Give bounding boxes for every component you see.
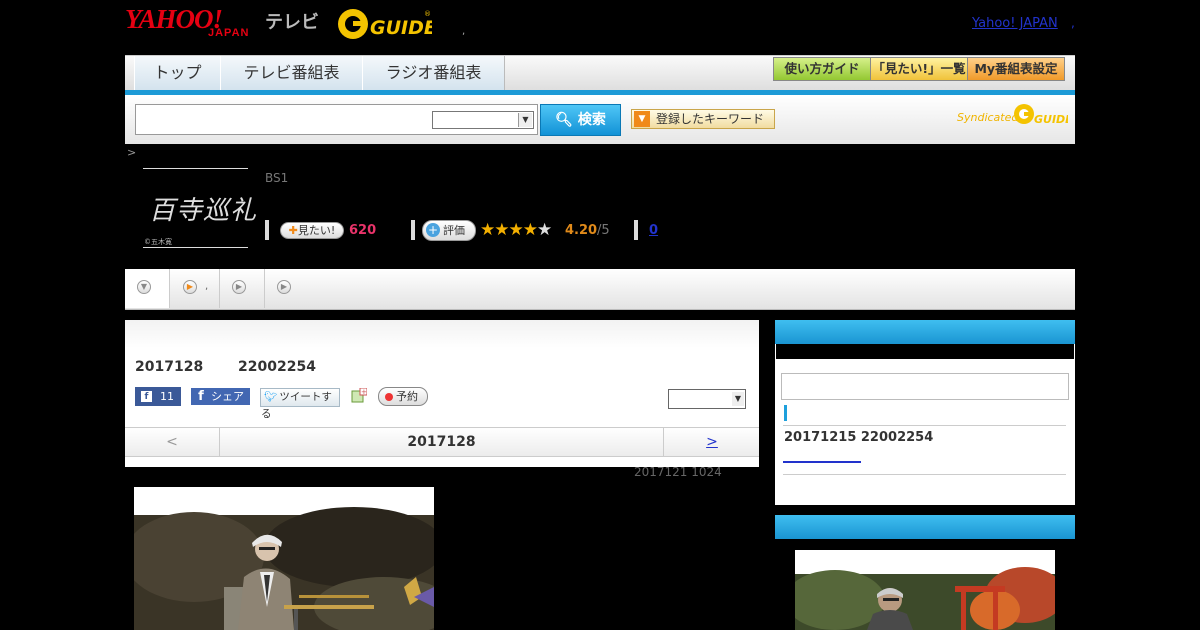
- play-icon: ▶: [232, 280, 246, 294]
- reserve-label: 予約: [396, 390, 418, 403]
- sub-tab-3[interactable]: ▶: [220, 269, 265, 308]
- global-nav: トップ テレビ番組表 ラジオ番組表 使い方ガイド 「見たい!」一覧 My番組表設…: [125, 55, 1075, 93]
- svg-text:GUIDE: GUIDE: [370, 17, 432, 39]
- facebook-icon: f: [141, 391, 152, 402]
- date-navigation: < 2017128 >: [125, 427, 759, 457]
- tv-logo-text[interactable]: テレビ: [265, 8, 319, 34]
- search-button-label: 検索: [577, 112, 606, 128]
- facebook-share-button[interactable]: f シェア: [191, 388, 250, 405]
- facebook-like-button[interactable]: f 11: [135, 387, 181, 406]
- sub-tab-active[interactable]: ▼: [125, 269, 170, 308]
- svg-text:®: ®: [424, 10, 431, 18]
- air-date: 2017128: [135, 359, 204, 375]
- channel-name: BS1: [265, 171, 289, 185]
- registered-keyword-button[interactable]: ▼ 登録したキーワード: [631, 109, 775, 129]
- share-label: シェア: [211, 390, 244, 403]
- divider: [634, 220, 638, 240]
- divider: [783, 425, 1066, 426]
- side-panel-subheader: [776, 344, 1074, 359]
- plus-circle-icon: +: [426, 223, 440, 237]
- gguide-small-logo: GUIDE: [1012, 102, 1073, 126]
- current-date: 2017128: [407, 434, 476, 450]
- related-program-photo[interactable]: [795, 550, 1055, 630]
- keyword-button-label: 登録したキーワード: [656, 112, 765, 126]
- side-panel-link[interactable]: [783, 461, 861, 463]
- breadcrumb[interactable]: >: [127, 146, 136, 159]
- next-air-datetime: 20171215 22002254: [784, 430, 934, 445]
- svg-text:+: +: [361, 388, 367, 396]
- header-separator: ,: [462, 26, 466, 37]
- want-to-watch-button[interactable]: ✚見たい!: [280, 222, 344, 239]
- facebook-icon: f: [198, 389, 204, 404]
- air-time: 22002254: [238, 359, 316, 375]
- comment-count-link[interactable]: 0: [649, 223, 658, 238]
- program-photo: [134, 487, 434, 630]
- yahoo-logo-japan: JAPAN: [208, 27, 250, 39]
- want-count: 620: [349, 223, 377, 238]
- chevron-down-icon: ▼: [732, 392, 744, 406]
- plus-icon: ✚: [288, 224, 298, 237]
- rating-max: /5: [597, 223, 610, 238]
- program-sub-tabs: ▼ ▶ , ▶ ▶: [125, 269, 1075, 310]
- usage-guide-button[interactable]: 使い方ガイド: [773, 57, 871, 81]
- record-dot-icon: [385, 393, 393, 401]
- star-empty-icon: ★: [537, 220, 552, 240]
- rate-button-label: 評価: [443, 224, 465, 237]
- side-panel-header: [775, 515, 1075, 539]
- star-icon: ★: [522, 220, 538, 240]
- want-button-label: 見たい!: [297, 224, 336, 237]
- play-icon: ▶: [277, 280, 291, 294]
- sub-tab-2[interactable]: ▶ ,: [170, 269, 220, 308]
- sub-tab-4[interactable]: ▶: [265, 269, 309, 308]
- rating-stars: ★★★★★: [480, 220, 552, 240]
- play-icon: ▶: [183, 280, 197, 294]
- search-button[interactable]: 🔍︎ 検索: [540, 104, 621, 136]
- prev-date-button[interactable]: <: [125, 428, 220, 456]
- section-marker: [784, 405, 787, 421]
- syndicated-label: Syndicated: [957, 111, 1019, 124]
- divider: [265, 220, 269, 240]
- dropdown-arrow-icon: ▼: [634, 111, 650, 127]
- star-icon: ★: [508, 220, 524, 240]
- nav-tab-tv-guide[interactable]: テレビ番組表: [220, 56, 363, 90]
- search-icon: 🔍︎: [555, 112, 573, 128]
- divider: [411, 220, 415, 240]
- svg-text:GUIDE: GUIDE: [1034, 113, 1068, 126]
- program-logo-title: 百寺巡礼: [149, 196, 258, 226]
- program-title-band: [125, 320, 759, 348]
- like-count: 11: [160, 390, 174, 403]
- update-timestamp: 2017121 1024: [634, 465, 722, 479]
- twitter-bird-icon: 🐦︎: [264, 391, 278, 403]
- nav-tab-radio-guide[interactable]: ラジオ番組表: [362, 56, 505, 90]
- my-guide-settings-button[interactable]: My番組表設定: [967, 57, 1065, 81]
- yahoo-japan-link[interactable]: Yahoo! JAPAN: [972, 16, 1058, 31]
- header-link-separator: ,: [1071, 16, 1075, 30]
- program-logo-credit: ©五木寛: [144, 238, 172, 246]
- next-date-link[interactable]: >: [663, 428, 760, 456]
- add-calendar-icon[interactable]: +: [351, 387, 368, 404]
- side-search-input[interactable]: [781, 373, 1069, 400]
- rating-value: 4.20: [565, 223, 598, 238]
- want-list-button[interactable]: 「見たい!」一覧: [870, 57, 968, 81]
- rate-button[interactable]: + 評価: [422, 220, 476, 241]
- tweet-button[interactable]: 🐦︎ ツイートする: [260, 388, 340, 420]
- star-icon: ★: [480, 220, 495, 240]
- sub-tab-separator: ,: [205, 281, 209, 292]
- chevron-down-icon: ▼: [137, 280, 151, 294]
- star-icon: ★: [494, 220, 509, 240]
- chevron-down-icon: ▼: [518, 113, 532, 127]
- search-category-select[interactable]: ▼: [432, 111, 534, 129]
- record-reserve-button[interactable]: 予約: [378, 387, 428, 406]
- side-panel-header: [775, 320, 1075, 344]
- nav-tab-top[interactable]: トップ: [134, 56, 221, 90]
- gguide-logo[interactable]: GUIDE ®: [336, 6, 437, 42]
- recorder-select[interactable]: ▼: [668, 389, 746, 409]
- divider: [783, 474, 1066, 475]
